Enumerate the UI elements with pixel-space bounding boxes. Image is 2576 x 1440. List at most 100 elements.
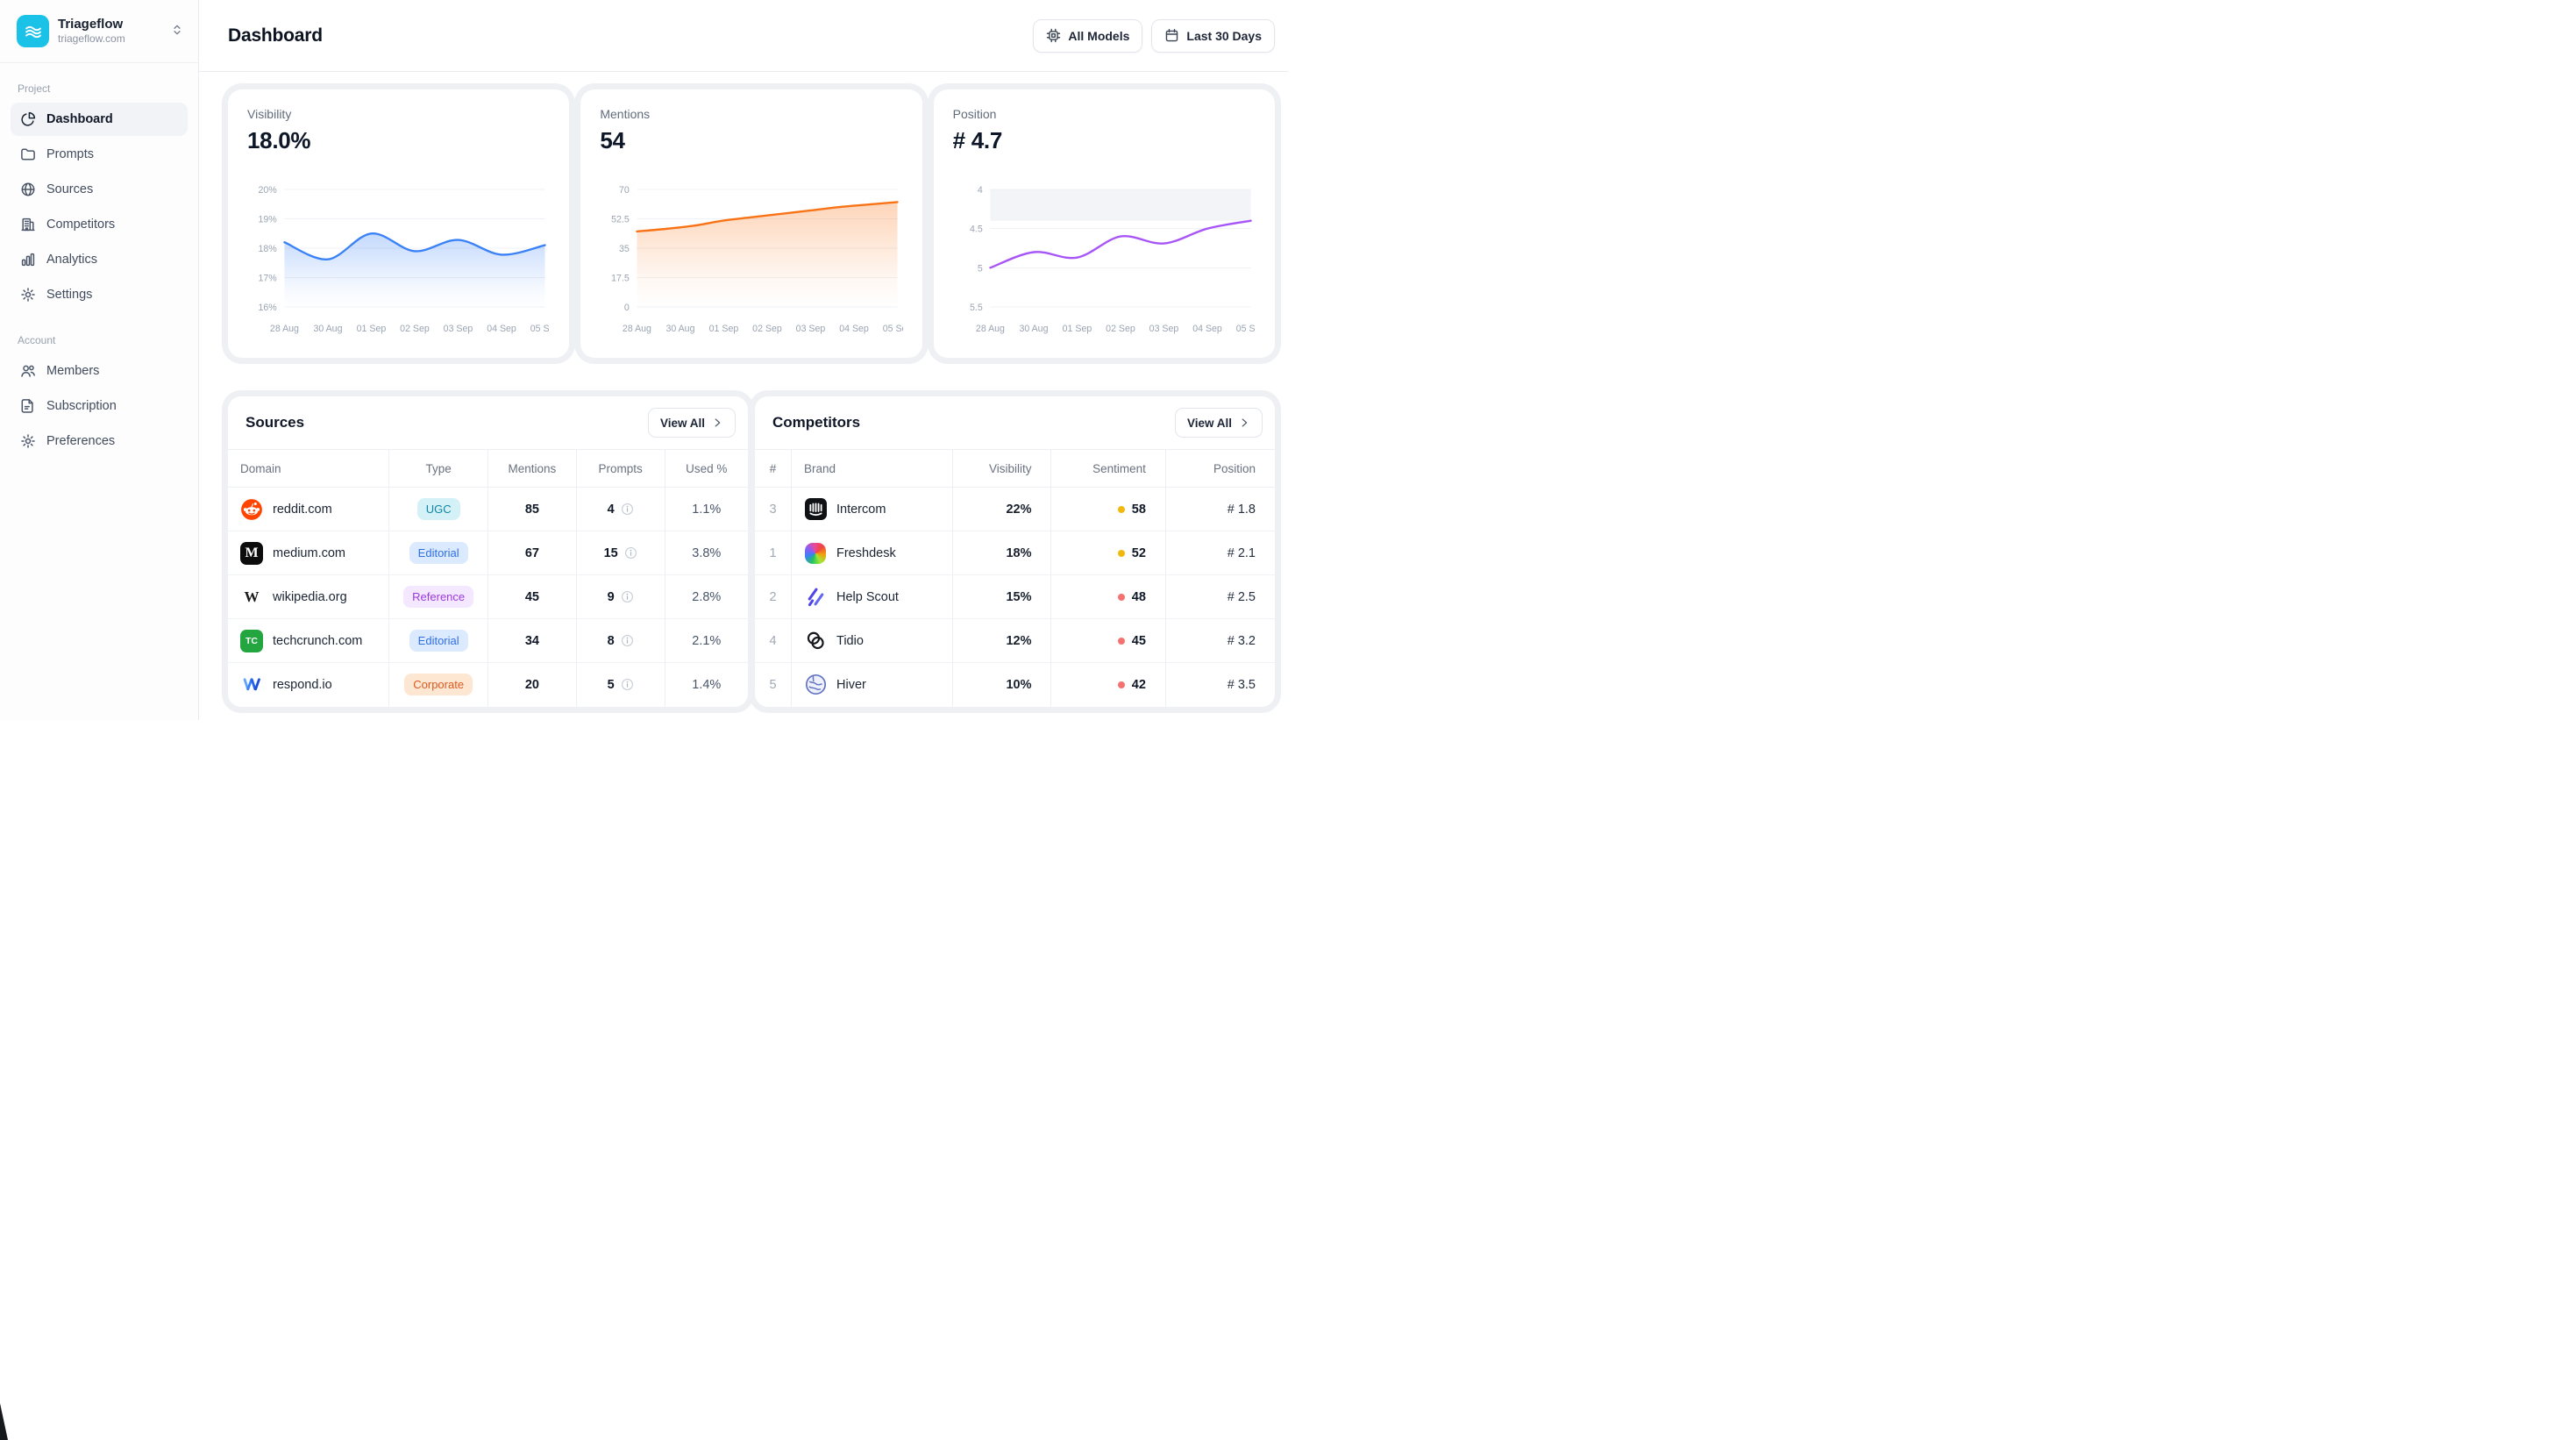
- users-icon: [20, 363, 36, 379]
- sidebar-item-preferences[interactable]: Preferences: [11, 424, 188, 458]
- metric-label: Mentions: [600, 107, 902, 121]
- workspace-switch-button[interactable]: [167, 19, 188, 43]
- sidebar-item-settings[interactable]: Settings: [11, 278, 188, 311]
- tidio-logo-icon: [804, 630, 827, 652]
- rank-cell: 3: [755, 488, 792, 531]
- type-cell: Editorial: [389, 619, 488, 663]
- sentiment-cell: 52: [1051, 531, 1165, 575]
- brand-cell[interactable]: Intercom: [792, 488, 953, 531]
- domain-cell[interactable]: reddit.com: [228, 488, 389, 531]
- sentiment-cell: 42: [1051, 663, 1165, 707]
- svg-text:05 Sep: 05 Sep: [530, 324, 551, 334]
- domain-cell[interactable]: respond.io: [228, 663, 389, 707]
- info-icon[interactable]: [621, 590, 634, 603]
- mentions-cell: 34: [487, 619, 576, 663]
- sentiment-dot: [1118, 506, 1125, 513]
- table-row: Mmedium.comEditorial67153.8%: [228, 531, 748, 575]
- sentiment-value: 45: [1132, 634, 1146, 648]
- cpu-icon: [1046, 28, 1061, 43]
- metric-value: 18.0%: [247, 127, 550, 154]
- brand-cell[interactable]: Freshdesk: [792, 531, 953, 575]
- prompts-cell: 4: [576, 488, 665, 531]
- svg-text:17.5: 17.5: [611, 273, 630, 283]
- info-icon[interactable]: [621, 634, 634, 647]
- sources-panel: Sources View All DomainTypeMentionsPromp…: [228, 396, 748, 707]
- brand-cell[interactable]: Help Scout: [792, 575, 953, 619]
- sidebar-item-label: Subscription: [46, 399, 117, 413]
- position-cell: # 3.2: [1165, 619, 1275, 663]
- page-title: Dashboard: [228, 25, 323, 46]
- svg-text:02 Sep: 02 Sep: [1106, 324, 1135, 334]
- domain-cell[interactable]: TCtechcrunch.com: [228, 619, 389, 663]
- sidebar-item-label: Analytics: [46, 253, 97, 267]
- mentions-cell: 85: [487, 488, 576, 531]
- freshdesk-logo-icon: [804, 542, 827, 565]
- sidebar-item-label: Dashboard: [46, 112, 113, 126]
- competitors-view-all-button[interactable]: View All: [1175, 408, 1263, 438]
- rank-cell: 2: [755, 575, 792, 619]
- column-header-prompts: Prompts: [576, 450, 665, 488]
- domain-cell[interactable]: Mmedium.com: [228, 531, 389, 575]
- domain-cell[interactable]: Wwikipedia.org: [228, 575, 389, 619]
- svg-text:05 Sep: 05 Sep: [883, 324, 903, 334]
- prompts-cell: 5: [576, 663, 665, 707]
- svg-text:05 Sep: 05 Sep: [1235, 324, 1256, 334]
- sources-view-all-label: View All: [660, 417, 705, 430]
- sidebar-item-dashboard[interactable]: Dashboard: [11, 103, 188, 136]
- sidebar-item-analytics[interactable]: Analytics: [11, 243, 188, 276]
- date-range-button[interactable]: Last 30 Days: [1151, 19, 1275, 53]
- svg-text:03 Sep: 03 Sep: [1149, 324, 1178, 334]
- table-row: 1Freshdesk18%52# 2.1: [755, 531, 1275, 575]
- gear-icon: [20, 287, 36, 303]
- table-row: 2Help Scout15%48# 2.5: [755, 575, 1275, 619]
- all-models-button[interactable]: All Models: [1033, 19, 1142, 53]
- sentiment-value: 52: [1132, 546, 1146, 560]
- table-row: 5Hiver10%42# 3.5: [755, 663, 1275, 707]
- metric-value: 54: [600, 127, 902, 154]
- used-percent-cell: 2.1%: [665, 619, 748, 663]
- column-header-sentiment: Sentiment: [1051, 450, 1165, 488]
- workspace-switcher[interactable]: Triageflow triageflow.com: [0, 0, 198, 63]
- info-icon[interactable]: [621, 678, 634, 691]
- sidebar-item-prompts[interactable]: Prompts: [11, 138, 188, 171]
- brand-cell[interactable]: Tidio: [792, 619, 953, 663]
- svg-text:30 Aug: 30 Aug: [666, 324, 695, 334]
- info-icon[interactable]: [621, 503, 634, 516]
- bottom-panels: Sources View All DomainTypeMentionsPromp…: [228, 396, 1275, 707]
- workspace-meta: Triageflow triageflow.com: [58, 17, 125, 46]
- prompts-cell: 15: [576, 531, 665, 575]
- type-badge: UGC: [417, 498, 460, 520]
- position-cell: # 2.5: [1165, 575, 1275, 619]
- building-icon: [20, 217, 36, 232]
- helpscout-logo-icon: [804, 586, 827, 609]
- sidebar-item-competitors[interactable]: Competitors: [11, 208, 188, 241]
- sidebar-item-subscription[interactable]: Subscription: [11, 389, 188, 423]
- mentions-cell: 20: [487, 663, 576, 707]
- sources-title: Sources: [246, 414, 304, 431]
- document-icon: [20, 398, 36, 414]
- used-percent-cell: 3.8%: [665, 531, 748, 575]
- date-range-label: Last 30 Days: [1186, 29, 1262, 43]
- table-row: TCtechcrunch.comEditorial3482.1%: [228, 619, 748, 663]
- sentiment-cell: 58: [1051, 488, 1165, 531]
- svg-text:04 Sep: 04 Sep: [1192, 324, 1222, 334]
- sources-view-all-button[interactable]: View All: [648, 408, 736, 438]
- competitors-title: Competitors: [772, 414, 860, 431]
- sidebar-item-members[interactable]: Members: [11, 354, 188, 388]
- prompts-count: 9: [608, 590, 615, 604]
- sidebar-item-label: Prompts: [46, 147, 94, 161]
- brand-cell[interactable]: Hiver: [792, 663, 953, 707]
- info-icon[interactable]: [624, 546, 637, 560]
- wikipedia-icon: W: [240, 586, 263, 609]
- sidebar-item-sources[interactable]: Sources: [11, 173, 188, 206]
- svg-text:03 Sep: 03 Sep: [444, 324, 473, 334]
- svg-text:4.5: 4.5: [970, 225, 983, 235]
- svg-text:19%: 19%: [259, 214, 278, 225]
- sentiment-dot: [1118, 681, 1125, 688]
- mentions-cell: 67: [487, 531, 576, 575]
- sidebar-nav: ProjectDashboardPromptsSourcesCompetitor…: [0, 63, 198, 460]
- used-percent-cell: 1.1%: [665, 488, 748, 531]
- position-line-chart: 44.555.528 Aug30 Aug01 Sep02 Sep03 Sep04…: [953, 177, 1256, 349]
- type-badge: Editorial: [409, 630, 468, 652]
- techcrunch-icon: TC: [240, 630, 263, 652]
